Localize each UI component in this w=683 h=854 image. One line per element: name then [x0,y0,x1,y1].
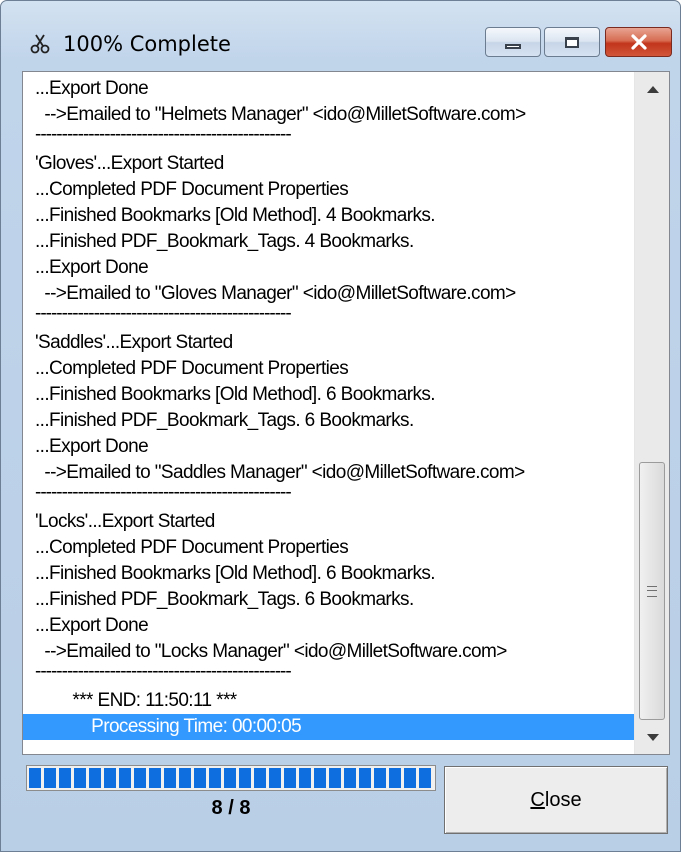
scroll-down-button[interactable] [635,720,669,754]
log-listbox[interactable]: ...Export Done -->Emailed to "Helmets Ma… [22,71,670,755]
scroll-thumb[interactable] [639,462,665,720]
minimize-icon [505,43,521,49]
scissors-icon [30,34,50,54]
window-title: 100% Complete [63,32,231,56]
minimize-button[interactable] [485,27,541,57]
log-line[interactable]: *** END: 11:50:11 *** [23,688,634,714]
close-button[interactable]: Close [444,766,668,834]
log-lines: ...Export Done -->Emailed to "Helmets Ma… [23,76,634,740]
progress-counter: 8 / 8 [211,797,251,819]
log-line[interactable]: 'Locks'...Export Started [23,509,634,535]
close-button-accelerator: C [530,788,545,811]
log-line[interactable]: ...Export Done [23,434,634,460]
close-icon [630,34,647,50]
log-line[interactable]: ...Completed PDF Document Properties [23,177,634,203]
log-line[interactable]: ...Finished PDF_Bookmark_Tags. 6 Bookmar… [23,408,634,434]
arrow-down-icon [646,733,659,741]
log-line[interactable]: ...Export Done [23,613,634,639]
log-line[interactable]: ----------------------------------------… [23,307,634,330]
log-line[interactable]: Processing Time: 00:00:05 [23,714,634,740]
title-bar[interactable]: 100% Complete [1,1,680,69]
log-line[interactable]: ...Completed PDF Document Properties [23,356,634,382]
scroll-up-button[interactable] [635,72,669,106]
log-line[interactable]: ...Finished Bookmarks [Old Method]. 4 Bo… [23,203,634,229]
log-line[interactable]: ----------------------------------------… [23,486,634,509]
progress-bar [26,765,436,791]
vertical-scrollbar[interactable] [634,72,669,754]
grip-icon [647,585,657,597]
log-line[interactable]: ...Completed PDF Document Properties [23,535,634,561]
maximize-button[interactable] [544,27,600,57]
progress-fill [29,768,433,788]
log-line[interactable]: ...Finished Bookmarks [Old Method]. 6 Bo… [23,382,634,408]
log-line[interactable]: ...Finished PDF_Bookmark_Tags. 6 Bookmar… [23,587,634,613]
log-line[interactable]: ...Finished PDF_Bookmark_Tags. 4 Bookmar… [23,229,634,255]
arrow-up-icon [646,85,659,93]
log-line[interactable]: ----------------------------------------… [23,665,634,688]
log-line[interactable]: 'Gloves'...Export Started [23,151,634,177]
log-line[interactable]: -->Emailed to "Locks Manager" <ido@Mille… [23,639,634,665]
progress-window: 100% Complete ...Export Done -->Emailed … [0,0,681,852]
log-line[interactable]: ...Export Done [23,76,634,102]
log-line[interactable]: -->Emailed to "Saddles Manager" <ido@Mil… [23,460,634,486]
log-line[interactable]: ----------------------------------------… [23,128,634,151]
maximize-icon [565,36,579,48]
close-button-label: lose [544,788,582,811]
close-window-button[interactable] [605,27,672,57]
log-line[interactable]: 'Saddles'...Export Started [23,330,634,356]
log-line[interactable]: ...Finished Bookmarks [Old Method]. 6 Bo… [23,561,634,587]
log-line[interactable]: ...Export Done [23,255,634,281]
log-line[interactable]: -->Emailed to "Gloves Manager" <ido@Mill… [23,281,634,307]
log-line[interactable]: -->Emailed to "Helmets Manager" <ido@Mil… [23,102,634,128]
